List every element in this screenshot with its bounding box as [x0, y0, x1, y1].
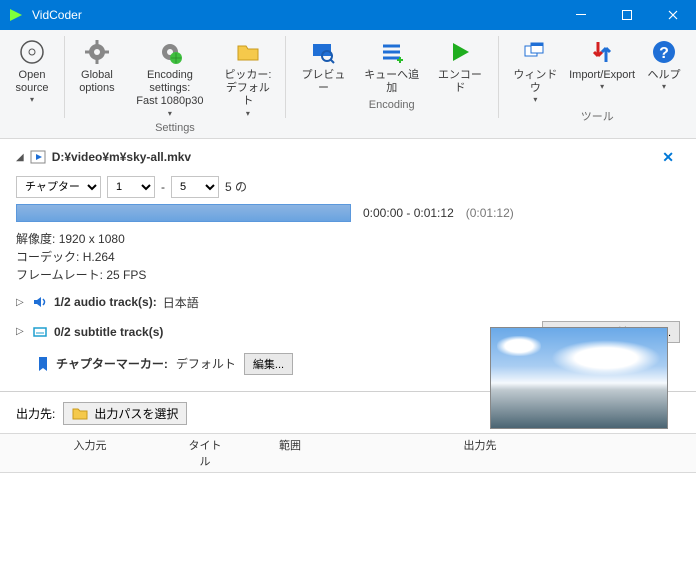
ribbon-group-encoding: プレビュー キューへ追加 エンコード Encoding: [286, 34, 498, 136]
window-button[interactable]: ウィンドウ ▾: [504, 34, 566, 106]
edit-chapters-button[interactable]: 編集...: [244, 353, 293, 375]
chapter-marker-label: チャプターマーカー:: [56, 355, 168, 372]
group-tools-label: ツール: [581, 108, 614, 122]
subtitle-icon: [32, 324, 48, 340]
picker-button[interactable]: ピッカー: デフォルト ▾: [217, 34, 279, 120]
codec-value: H.264: [83, 250, 115, 264]
gear-icon: [81, 36, 113, 68]
app-title: VidCoder: [32, 8, 558, 22]
arrows-icon: [586, 36, 618, 68]
preview-button[interactable]: プレビュー: [292, 34, 355, 97]
expand-triangle-icon[interactable]: ◢: [16, 152, 24, 163]
chevron-down-icon: ▾: [533, 95, 537, 104]
window-label: ウィンドウ: [510, 69, 560, 95]
gear-globe-icon: [154, 36, 186, 68]
play-icon: [444, 36, 476, 68]
choose-output-button[interactable]: 出力パスを選択: [63, 402, 187, 425]
framerate-label: フレームレート:: [16, 268, 103, 282]
import-export-label: Import/Export: [569, 69, 635, 82]
chevron-down-icon: ▾: [30, 95, 34, 104]
disc-icon: [16, 36, 48, 68]
expand-icon[interactable]: ▷: [16, 297, 26, 308]
preview-thumbnail[interactable]: [490, 327, 668, 429]
picker-label: ピッカー: デフォルト: [223, 69, 273, 109]
source-path: D:¥video¥m¥sky-all.mkv: [52, 150, 191, 164]
group-settings-label: Settings: [155, 122, 195, 136]
chapter-to[interactable]: 5: [171, 176, 219, 198]
ribbon: Open source ▾ Global options Encoding se…: [0, 30, 696, 139]
encoding-settings-button[interactable]: Encoding settings: Fast 1080p30 ▾: [123, 34, 217, 120]
queue-button[interactable]: キューへ追加: [355, 34, 428, 97]
expand-icon[interactable]: ▷: [16, 326, 26, 337]
group-encoding-label: Encoding: [369, 99, 415, 113]
audio-lang: 日本語: [163, 294, 199, 311]
resolution-label: 解像度:: [16, 232, 55, 246]
global-options-button[interactable]: Global options: [71, 34, 123, 120]
col-source[interactable]: 入力元: [0, 434, 180, 472]
chevron-down-icon: ▾: [246, 109, 250, 118]
chevron-down-icon: ▾: [662, 82, 666, 91]
speaker-icon: [32, 294, 48, 310]
metadata: 解像度: 1920 x 1080 コーデック: H.264 フレームレート: 2…: [16, 230, 680, 284]
source-row: ◢ D:¥video¥m¥sky-all.mkv ✕: [16, 149, 680, 166]
framerate-value: 25 FPS: [106, 268, 146, 282]
chevron-down-icon: ▾: [168, 109, 172, 118]
windows-icon: [519, 36, 551, 68]
chevron-down-icon: ▾: [600, 82, 604, 91]
encode-label: エンコード: [434, 69, 485, 95]
ribbon-group-open: Open source ▾: [0, 34, 64, 136]
output-list: [0, 473, 696, 539]
maximize-button[interactable]: [604, 0, 650, 30]
chapter-row: チャプター 1 - 5 5 の: [16, 176, 680, 198]
ribbon-group-tools: ウィンドウ ▾ Import/Export ▾ ? ヘルプ ▾ ツール: [498, 34, 696, 136]
help-icon: ?: [648, 36, 680, 68]
progress-bar[interactable]: [16, 204, 351, 222]
subtitle-count: 0/2 subtitle track(s): [54, 325, 163, 339]
list-add-icon: [376, 36, 408, 68]
audio-track-row: ▷ 1/2 audio track(s): 日本語: [16, 294, 680, 311]
choose-output-label: 出力パスを選択: [94, 405, 178, 422]
range-sep: -: [161, 180, 165, 194]
titlebar: VidCoder: [0, 0, 696, 30]
minimize-button[interactable]: [558, 0, 604, 30]
chapter-select[interactable]: チャプター: [16, 176, 101, 198]
col-range[interactable]: 範囲: [230, 434, 350, 472]
audio-count: 1/2 audio track(s):: [54, 295, 157, 309]
encode-button[interactable]: エンコード: [428, 34, 491, 97]
global-options-label: Global options: [79, 69, 114, 95]
folder-icon: [72, 406, 88, 420]
encoding-settings-label: Encoding settings: Fast 1080p30: [129, 69, 211, 109]
bookmark-icon: [38, 357, 48, 371]
close-source-button[interactable]: ✕: [656, 149, 680, 166]
queue-label: キューへ追加: [361, 69, 422, 95]
col-dest[interactable]: 出力先: [350, 434, 610, 472]
time-duration: (0:01:12): [466, 206, 514, 220]
close-button[interactable]: [650, 0, 696, 30]
content-area: ◢ D:¥video¥m¥sky-all.mkv ✕ チャプター 1 - 5 5…: [0, 139, 696, 375]
time-range: 0:00:00 - 0:01:12: [363, 206, 454, 220]
app-icon: [8, 7, 24, 23]
open-source-button[interactable]: Open source ▾: [6, 34, 58, 106]
chapter-of: 5 の: [225, 178, 247, 195]
progress-row: 0:00:00 - 0:01:12 (0:01:12): [16, 204, 680, 222]
col-title[interactable]: タイトル: [180, 434, 230, 472]
resolution-value: 1920 x 1080: [59, 232, 125, 246]
import-export-button[interactable]: Import/Export ▾: [566, 34, 638, 106]
open-source-label: Open source: [15, 69, 48, 95]
help-label: ヘルプ: [647, 69, 680, 82]
help-button[interactable]: ? ヘルプ ▾: [638, 34, 690, 106]
output-label: 出力先:: [16, 405, 55, 422]
output-column-headers: 入力元 タイトル 範囲 出力先: [0, 433, 696, 473]
codec-label: コーデック:: [16, 250, 79, 264]
video-file-icon: [30, 149, 46, 165]
preview-label: プレビュー: [298, 69, 349, 95]
magnifier-icon: [307, 36, 339, 68]
chapter-from[interactable]: 1: [107, 176, 155, 198]
ribbon-group-settings: Global options Encoding settings: Fast 1…: [65, 34, 285, 136]
folder-icon: [232, 36, 264, 68]
svg-text:?: ?: [659, 45, 669, 62]
chapter-marker-value: デフォルト: [176, 355, 236, 372]
